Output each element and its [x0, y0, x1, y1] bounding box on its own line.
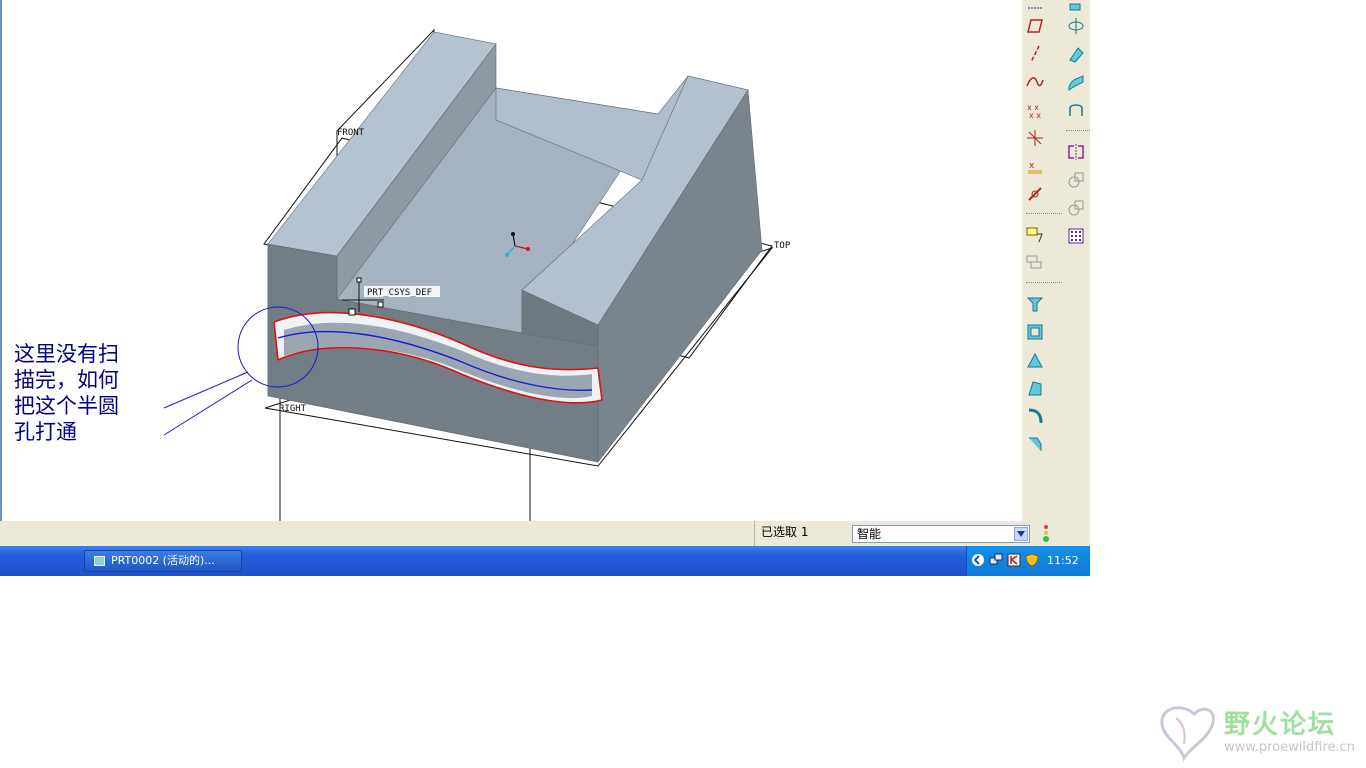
system-tray: 11:52 [966, 546, 1090, 576]
hole-icon[interactable] [1023, 292, 1047, 316]
watermark-title: 野火论坛 [1224, 710, 1337, 740]
taskbar-window-button[interactable]: PRT0002 (活动的)... [84, 550, 242, 572]
status-bar: 已选取 1 智能 [0, 521, 1090, 546]
feature-toolbar: x xx x x [1022, 0, 1090, 521]
k-icon[interactable] [1007, 553, 1021, 567]
clock[interactable]: 11:52 [1047, 546, 1079, 576]
datum-label-top[interactable]: TOP [774, 241, 791, 251]
pattern-icon[interactable] [1064, 224, 1088, 248]
network-icon[interactable] [989, 553, 1003, 567]
mirror-icon[interactable] [1064, 140, 1088, 164]
blend-icon[interactable] [1064, 70, 1088, 94]
svg-text:x x: x x [1029, 111, 1041, 120]
round-icon[interactable] [1023, 404, 1047, 428]
annotation-line: 把这个半圆 [14, 394, 119, 418]
window-icon [94, 556, 105, 566]
sweep-icon[interactable] [1064, 42, 1088, 66]
watermark-url: www.proewildfire.cn [1224, 740, 1355, 755]
sketched-datum-icon[interactable] [1023, 250, 1047, 274]
chevron-down-icon[interactable] [1014, 527, 1028, 541]
annotation-text: 这里没有扫 描完，如何 把这个半圆 孔打通 [14, 341, 174, 445]
graphics-viewport[interactable]: FRONT TOP RIGHT PRT_CSYS_DEF 这里没有扫 描完，如何… [0, 0, 1022, 521]
watermark: 野火论坛 www.proewildfire.cn [1154, 700, 1364, 764]
taskbar: PRT0002 (活动的)... 11:52 [0, 546, 1090, 576]
solid-model[interactable] [267, 31, 763, 463]
annotation-line: 孔打通 [14, 420, 77, 444]
chevron-left-icon[interactable] [971, 553, 985, 567]
intersect-icon[interactable] [1064, 196, 1088, 220]
datum-label-csys[interactable]: PRT_CSYS_DEF [367, 288, 432, 298]
chamfer-icon[interactable] [1023, 432, 1047, 456]
selection-filter-value: 智能 [857, 527, 882, 541]
datum-label-front[interactable]: FRONT [337, 128, 365, 138]
taskbar-window-label: PRT0002 (活动的)... [111, 554, 215, 567]
datum-curve-icon[interactable] [1023, 70, 1047, 94]
traffic-light-icon [1043, 525, 1049, 542]
merge-icon[interactable] [1064, 168, 1088, 192]
boundary-blend-icon[interactable] [1064, 98, 1088, 122]
selection-filter[interactable]: 智能 [852, 525, 1030, 543]
revolve-icon[interactable] [1064, 14, 1088, 38]
csys-icon[interactable] [1023, 182, 1047, 206]
svg-text:x: x [1029, 161, 1035, 171]
datum-label-right[interactable]: RIGHT [279, 404, 307, 414]
datum-plane-icon[interactable] [1023, 14, 1047, 38]
datum-point-icon[interactable]: x xx x [1023, 98, 1047, 122]
proe-window: FRONT TOP RIGHT PRT_CSYS_DEF 这里没有扫 描完，如何… [0, 0, 1090, 576]
offset-point-icon[interactable] [1023, 126, 1047, 150]
shell-icon[interactable] [1023, 320, 1047, 344]
rib-icon[interactable] [1023, 348, 1047, 372]
annotation-line: 描完，如何 [14, 368, 119, 392]
analysis-icon[interactable] [1023, 222, 1047, 246]
shield-icon[interactable] [1025, 553, 1039, 567]
datum-axis-icon[interactable] [1023, 42, 1047, 66]
forum-logo-icon [1160, 706, 1215, 762]
annotation-line: 这里没有扫 [14, 342, 119, 366]
draft-icon[interactable] [1023, 376, 1047, 400]
selection-count: 已选取 1 [754, 521, 846, 546]
field-point-icon[interactable]: x [1023, 154, 1047, 178]
